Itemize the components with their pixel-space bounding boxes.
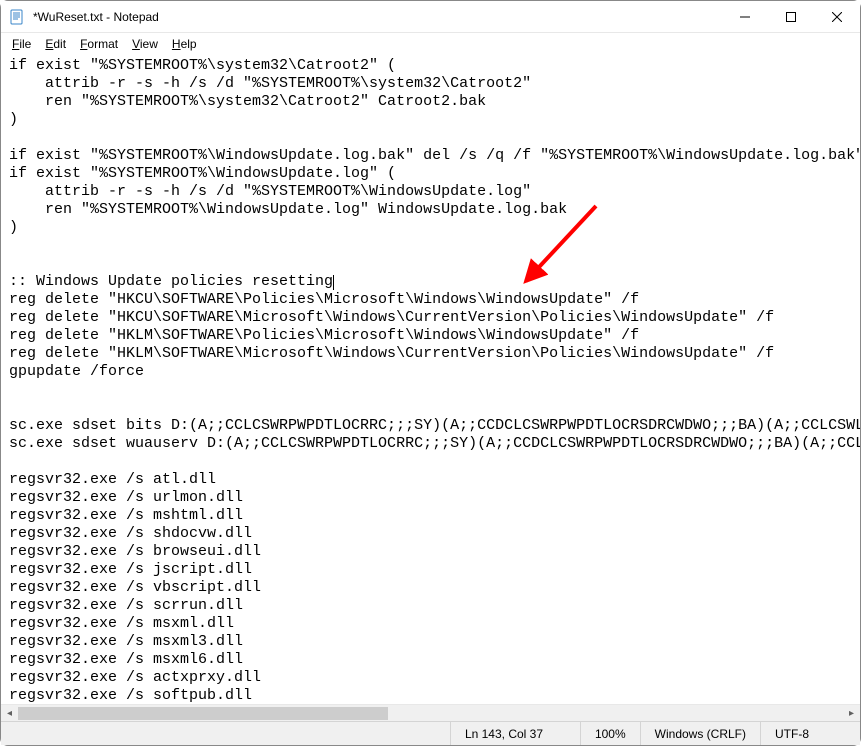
status-position: Ln 143, Col 37 [450, 722, 580, 745]
menu-view[interactable]: View [125, 35, 165, 53]
editor-content[interactable]: if exist "%SYSTEMROOT%\system32\Catroot2… [9, 57, 852, 705]
menu-format[interactable]: Format [73, 35, 125, 53]
status-encoding: UTF-8 [760, 722, 860, 745]
scroll-thumb[interactable] [18, 707, 388, 720]
scroll-left-arrow[interactable]: ◂ [1, 705, 18, 722]
menu-edit[interactable]: Edit [38, 35, 73, 53]
close-button[interactable] [814, 1, 860, 32]
scroll-right-arrow[interactable]: ▸ [843, 705, 860, 722]
menu-help[interactable]: Help [165, 35, 204, 53]
status-zoom: 100% [580, 722, 640, 745]
maximize-button[interactable] [768, 1, 814, 32]
minimize-button[interactable] [722, 1, 768, 32]
app-icon [9, 9, 25, 25]
status-bar: Ln 143, Col 37 100% Windows (CRLF) UTF-8 [1, 721, 860, 745]
status-line-ending: Windows (CRLF) [640, 722, 760, 745]
text-editor[interactable]: if exist "%SYSTEMROOT%\system32\Catroot2… [1, 55, 860, 721]
menu-bar: File Edit Format View Help [1, 33, 860, 55]
title-bar: *WuReset.txt - Notepad [1, 1, 860, 33]
window-title: *WuReset.txt - Notepad [33, 10, 722, 24]
menu-file[interactable]: File [5, 35, 38, 53]
horizontal-scrollbar[interactable]: ◂ ▸ [1, 704, 860, 721]
